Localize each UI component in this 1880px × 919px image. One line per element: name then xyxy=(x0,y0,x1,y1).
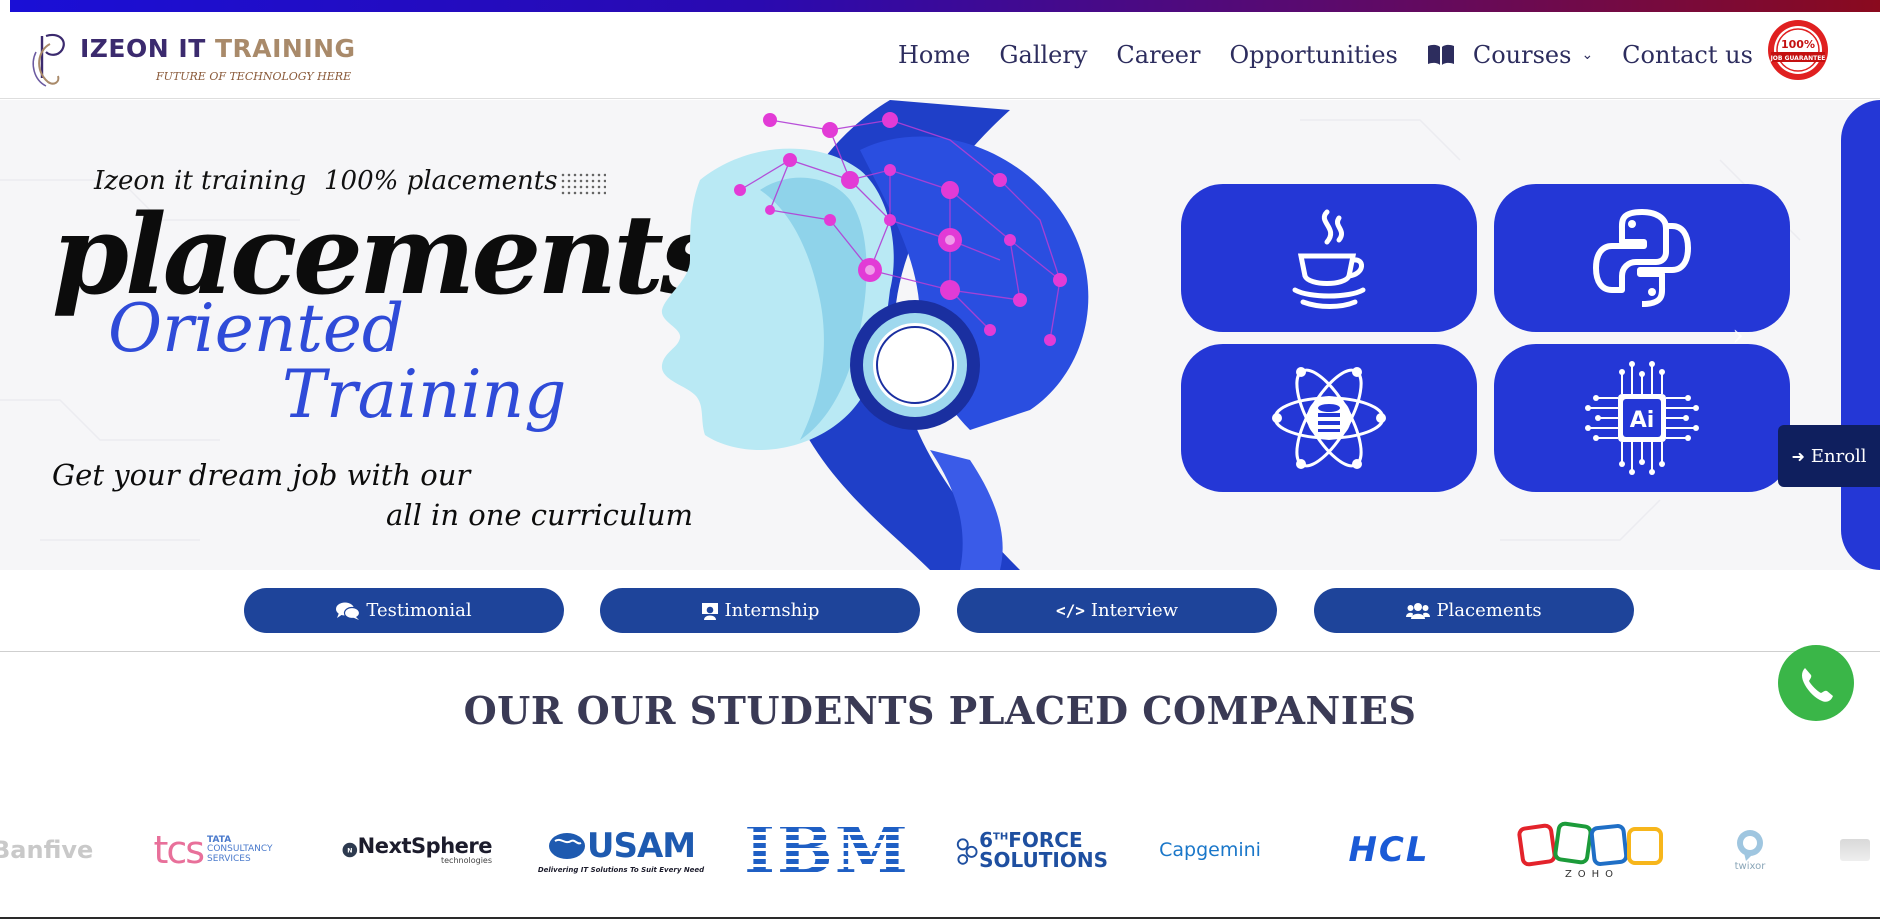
logo-partial-right-mark xyxy=(1840,839,1870,861)
interview-button[interactable]: </> Interview xyxy=(957,588,1277,633)
code-icon: </> xyxy=(1055,601,1085,620)
nextsphere-badge-letters: N xyxy=(347,848,352,855)
java-icon xyxy=(1292,209,1366,309)
job-guarantee-badge: 100% JOB GUARANTEE xyxy=(1768,20,1828,80)
hero-sub-oriented: Oriented xyxy=(108,290,405,367)
nav-opportunities-label: Opportunities xyxy=(1229,41,1398,69)
logo-nextsphere: N NextSphere technologies xyxy=(342,810,493,890)
ai-chip-label: Ai xyxy=(1630,408,1655,433)
nav-courses[interactable]: Courses ⌄ xyxy=(1427,41,1593,69)
company-logos-strip: Banfive tcs TATA CONSULTANCY SERVICES N … xyxy=(0,810,1880,890)
nextsphere-globe-icon: N xyxy=(342,842,358,858)
database-icon xyxy=(1272,367,1386,469)
logo-partial-right xyxy=(1840,810,1880,890)
site-header: IZEON IT TRAINING FUTURE OF TECHNOLOGY H… xyxy=(0,12,1880,99)
logo-tcs-services: SERVICES xyxy=(207,853,251,864)
nav-career[interactable]: Career xyxy=(1116,41,1200,69)
twixor-bubble-icon xyxy=(1737,829,1763,861)
logo-tcs: tcs TATA CONSULTANCY SERVICES xyxy=(148,810,278,890)
brand-name-part2: TRAINING xyxy=(214,34,356,63)
nav-gallery-label: Gallery xyxy=(999,41,1088,69)
users-icon xyxy=(1406,602,1431,619)
python-tile xyxy=(1494,184,1790,332)
nav-courses-label: Courses xyxy=(1472,41,1572,69)
logo-hcl: HCL xyxy=(1318,810,1460,890)
comments-icon xyxy=(336,602,361,620)
next-slide-peek xyxy=(1841,100,1880,570)
logo-ibm-text: IBM xyxy=(744,811,910,889)
logo-ibm: IBM xyxy=(744,810,908,890)
badge-text-guarantee: JOB GUARANTEE xyxy=(1770,55,1826,62)
testimonial-button[interactable]: Testimonial xyxy=(244,588,564,633)
gear-icon xyxy=(956,838,978,865)
logo-tcs-mark: tcs xyxy=(153,828,205,872)
enroll-label: Enroll xyxy=(1810,445,1867,467)
brand-name: IZEON IT TRAINING xyxy=(80,34,356,63)
logo-nextsphere-text: NextSphere xyxy=(357,833,493,858)
logo-usam-top: USAM xyxy=(547,826,696,866)
nav-gallery[interactable]: Gallery xyxy=(999,41,1087,69)
ai-head-illustration xyxy=(661,100,1089,570)
logo-hcl-text: HCL xyxy=(1348,830,1430,870)
zoho-squares-icon xyxy=(1517,821,1663,866)
logo-usam-sub: Delivering IT Solutions To Suit Every Ne… xyxy=(537,866,705,874)
hero-tagline-1: Get your dream job with our xyxy=(52,458,471,492)
internship-label: Internship xyxy=(724,600,820,621)
brand-tagline: FUTURE OF TECHNOLOGY HERE xyxy=(156,70,352,83)
internship-button[interactable]: Internship xyxy=(600,588,920,633)
sign-in-icon: ➜ xyxy=(1791,446,1805,466)
logo-twixor: twixor xyxy=(1724,810,1776,890)
logo-twixor-text: twixor xyxy=(1734,860,1766,872)
python-icon xyxy=(1593,209,1691,307)
ai-tile: Ai xyxy=(1494,344,1790,492)
logo-6th-force-top: 6THFORCE xyxy=(979,830,1108,850)
logo-mark-icon xyxy=(32,33,65,87)
logo-banfive-text: Banfive xyxy=(0,836,94,864)
placements-label: Placements xyxy=(1436,600,1542,621)
logo-6th-force: 6THFORCE SOLUTIONS xyxy=(954,810,1108,890)
book-icon xyxy=(1427,44,1454,65)
nav-home-label: Home xyxy=(898,41,971,69)
logo-zoho: ZOHO xyxy=(1516,810,1668,890)
interview-label: Interview xyxy=(1090,600,1179,621)
badge-text-percent: 100% xyxy=(1781,38,1815,51)
quicklinks-bar: Testimonial Internship </> Interview Pla… xyxy=(0,570,1880,652)
logo-usam: USAM Delivering IT Solutions To Suit Eve… xyxy=(538,810,704,890)
top-gradient-bar xyxy=(10,0,1880,12)
logo-nextsphere-sub: technologies xyxy=(441,855,492,865)
teacher-icon xyxy=(701,602,718,620)
logo-6th-solutions: SOLUTIONS xyxy=(979,848,1108,872)
nav-opportunities[interactable]: Opportunities xyxy=(1229,41,1397,69)
ai-chip-icon: Ai xyxy=(1585,361,1699,475)
next-slide-arrow[interactable]: › xyxy=(1732,318,1744,353)
usam-globe-icon xyxy=(548,833,585,859)
placements-button[interactable]: Placements xyxy=(1314,588,1634,633)
nav-contact-label: Contact us xyxy=(1622,41,1753,69)
logo-zoho-text: ZOHO xyxy=(1564,868,1620,880)
site-logo[interactable]: IZEON IT TRAINING FUTURE OF TECHNOLOGY H… xyxy=(28,28,355,88)
logo-6th-force-words: 6THFORCE SOLUTIONS xyxy=(979,830,1108,870)
enroll-button[interactable]: ➜ Enroll xyxy=(1778,425,1880,487)
logo-usam-text: USAM xyxy=(586,826,696,866)
chevron-down-icon: ⌄ xyxy=(1581,47,1594,63)
logo-capgemini-text: Capgemini xyxy=(1159,839,1261,861)
database-tile xyxy=(1181,344,1477,492)
logo-banfive: Banfive xyxy=(0,810,93,890)
logo-6th-sup: TH xyxy=(993,831,1009,843)
testimonial-label: Testimonial xyxy=(366,600,472,621)
hero-banner: Izeon it training 100% placements placem… xyxy=(0,100,1880,570)
hero-sub-training: Training xyxy=(282,356,567,433)
logo-capgemini: Capgemini xyxy=(1159,810,1261,890)
brand-name-part1: IZEON IT xyxy=(80,34,215,63)
nav-home[interactable]: Home xyxy=(898,41,970,69)
logo-nextsphere-words: NextSphere technologies xyxy=(357,833,493,865)
main-nav: Home Gallery Career Opportunities Course… xyxy=(898,30,1782,80)
section-title-placed-companies: OUR OUR STUDENTS PLACED COMPANIES xyxy=(463,688,1417,733)
nav-career-label: Career xyxy=(1116,41,1201,69)
nav-contact[interactable]: Contact us xyxy=(1622,41,1753,69)
java-tile xyxy=(1181,184,1477,332)
logo-tcs-words: TATA CONSULTANCY SERVICES xyxy=(207,835,273,864)
